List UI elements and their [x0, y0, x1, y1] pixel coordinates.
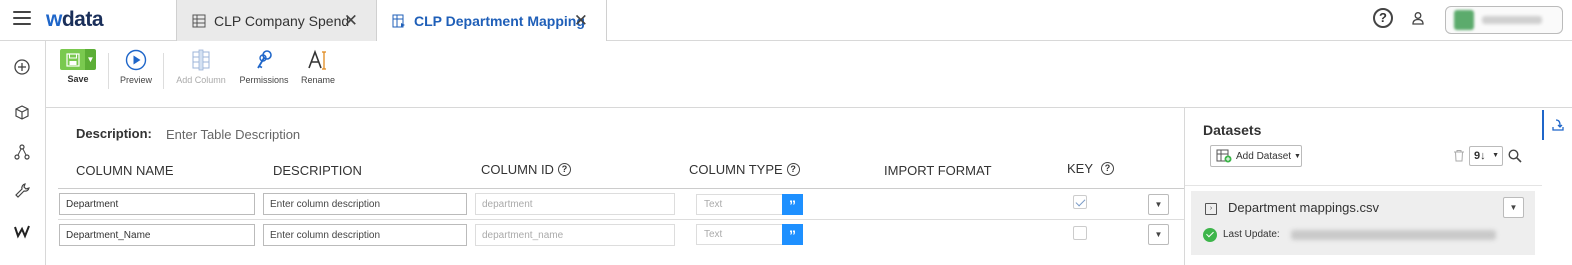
table-description-input[interactable] — [166, 124, 466, 144]
avatar — [1454, 10, 1474, 30]
save-label: Save — [67, 74, 89, 84]
column-id-input[interactable] — [475, 193, 675, 215]
import-icon[interactable] — [1551, 118, 1565, 132]
left-rail — [0, 41, 46, 265]
column-description-input[interactable] — [263, 193, 467, 215]
column-header-import-format: IMPORT FORMAT — [884, 163, 992, 178]
column-type-select[interactable]: Text ” — [696, 224, 803, 245]
permissions-button[interactable]: Permissions — [237, 49, 291, 85]
row-divider — [58, 219, 1184, 220]
hamburger-menu-icon[interactable] — [13, 11, 31, 25]
column-header-name: COLUMN NAME — [76, 163, 174, 178]
preview-button[interactable]: Preview — [118, 49, 154, 85]
close-icon[interactable]: ✕ — [344, 11, 358, 31]
rename-label: Rename — [300, 75, 336, 85]
add-dataset-button[interactable]: Add Dataset ▼ — [1210, 145, 1302, 167]
network-icon[interactable] — [13, 143, 31, 161]
tab-label: CLP Department Mapping — [414, 13, 585, 29]
dataset-card[interactable]: › Department mappings.csv ▼ Last Update: — [1191, 191, 1535, 255]
keys-icon — [257, 50, 272, 69]
tab-label: CLP Company Spend — [214, 12, 350, 29]
right-rail — [1542, 108, 1572, 265]
user-icon[interactable] — [1411, 11, 1425, 25]
add-dataset-label: Add Dataset — [1236, 150, 1292, 162]
add-column-label: Add Column — [176, 75, 226, 85]
column-header-description: DESCRIPTION — [273, 163, 362, 178]
datasets-title: Datasets — [1203, 122, 1262, 138]
mapping-icon — [392, 14, 405, 28]
user-name-redacted — [1482, 16, 1542, 24]
rename-icon — [308, 49, 326, 70]
search-icon[interactable] — [1508, 149, 1522, 163]
add-dataset-icon — [1216, 149, 1232, 163]
key-checkbox[interactable] — [1073, 195, 1087, 209]
help-icon[interactable]: ? — [1373, 8, 1393, 28]
wdata-w-icon[interactable] — [13, 222, 31, 240]
column-description-input[interactable] — [263, 224, 467, 246]
column-header-id: COLUMN ID? — [481, 162, 571, 177]
save-icon[interactable] — [60, 49, 85, 70]
column-name-input[interactable] — [59, 193, 255, 215]
play-icon — [125, 49, 147, 71]
column-id-input[interactable] — [475, 224, 675, 246]
last-update-label: Last Update: — [1223, 229, 1280, 240]
datasets-divider — [1185, 185, 1543, 186]
last-update-value-redacted — [1291, 230, 1496, 240]
table-schema-editor: Description: COLUMN NAME DESCRIPTION COL… — [46, 108, 1184, 265]
cube-icon[interactable] — [13, 104, 31, 122]
column-type-select[interactable]: Text ” — [696, 194, 803, 215]
add-column-icon — [192, 49, 210, 71]
check-circle-icon — [1203, 228, 1217, 242]
wdata-logo[interactable]: wdata — [46, 8, 104, 32]
wrench-icon[interactable] — [13, 182, 31, 200]
sort-select[interactable]: 9↓ ▼ — [1469, 146, 1503, 166]
row-menu-caret-icon[interactable]: ▼ — [1148, 194, 1169, 215]
toolbar-divider — [108, 53, 109, 89]
header-divider — [58, 188, 1184, 189]
file-icon: › — [1205, 203, 1217, 215]
table-icon — [192, 14, 206, 27]
close-icon[interactable]: ✕ — [574, 11, 588, 31]
column-header-type: COLUMN TYPE? — [689, 162, 800, 177]
text-type-icon[interactable]: ” — [782, 194, 803, 215]
key-checkbox[interactable] — [1073, 226, 1087, 240]
save-dropdown-caret[interactable]: ▼ — [85, 49, 96, 70]
tab-clp-department-mapping[interactable]: CLP Department Mapping ✕ — [377, 0, 607, 42]
add-column-button[interactable]: Add Column — [174, 49, 228, 85]
help-icon[interactable]: ? — [786, 163, 800, 176]
save-button[interactable]: ▼ Save — [60, 49, 96, 84]
help-icon[interactable]: ? — [1101, 162, 1115, 175]
active-indicator — [1542, 110, 1544, 140]
add-circle-icon[interactable] — [13, 58, 31, 76]
dataset-menu-caret-icon[interactable]: ▼ — [1503, 197, 1524, 218]
user-account-button[interactable] — [1445, 6, 1563, 34]
column-header-key: KEY? — [1067, 161, 1115, 176]
preview-label: Preview — [119, 75, 152, 85]
datasets-panel: Datasets Add Dataset ▼ 9↓ ▼ › Department m… — [1184, 108, 1543, 265]
tab-clp-company-spend[interactable]: CLP Company Spend ✕ — [176, 0, 377, 41]
permissions-label: Permissions — [239, 75, 289, 85]
toolbar-divider — [163, 53, 164, 89]
trash-icon[interactable] — [1453, 149, 1465, 162]
top-bar: wdata CLP Company Spend ✕ CLP Department… — [0, 0, 1572, 42]
help-icon[interactable]: ? — [557, 163, 571, 176]
toolbar: ▼ Save Preview Add Column Permissions Re… — [46, 41, 1572, 108]
rename-button[interactable]: Rename — [299, 49, 337, 85]
row-menu-caret-icon[interactable]: ▼ — [1148, 224, 1169, 245]
dataset-name: Department mappings.csv — [1228, 200, 1380, 215]
description-label: Description: — [76, 126, 152, 141]
column-name-input[interactable] — [59, 224, 255, 246]
text-type-icon[interactable]: ” — [782, 224, 803, 245]
